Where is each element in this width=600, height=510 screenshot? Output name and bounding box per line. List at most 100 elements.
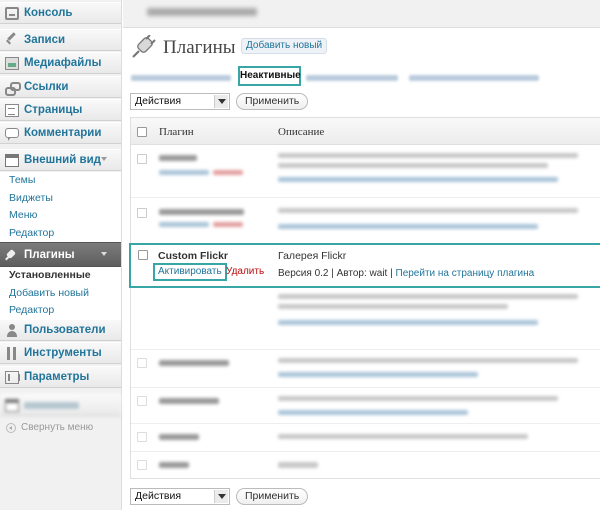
bulk-actions-select-bottom[interactable]: Действия	[130, 488, 230, 505]
menu-label: Инструменты	[24, 347, 102, 359]
links-icon	[5, 81, 21, 96]
menu-users[interactable]: Пользователи	[0, 319, 121, 341]
blurred-description	[278, 462, 318, 468]
row-checkbox[interactable]	[137, 154, 147, 164]
blurred-icon	[5, 398, 19, 412]
meta-separator: |	[387, 268, 396, 279]
menu-comments[interactable]: Комментарии	[0, 122, 121, 144]
blurred-filter[interactable]	[306, 75, 398, 81]
blurred-description	[278, 396, 558, 401]
filter-inactive[interactable]: Неактивные	[238, 66, 301, 86]
blurred-plugin-name	[159, 398, 219, 404]
blurred-plugin-name	[159, 434, 199, 440]
blurred-description	[278, 153, 578, 158]
bulk-actions-select[interactable]: Действия	[130, 93, 230, 110]
menu-label: Страницы	[24, 104, 83, 116]
row-checkbox[interactable]	[137, 208, 147, 218]
blurred-description	[278, 163, 548, 168]
plugin-meta: Версия 0.2 | Автор: wait | Перейти на ст…	[278, 268, 534, 279]
dropdown-arrow-icon	[214, 95, 228, 108]
submenu-item-themes[interactable]: Темы	[0, 172, 121, 190]
users-icon	[5, 323, 19, 337]
menu-label: Плагины	[24, 248, 75, 261]
blurred-description	[278, 358, 578, 363]
blurred-meta	[278, 410, 468, 415]
select-all-checkbox[interactable]	[137, 127, 147, 137]
top-header-bar	[123, 0, 600, 28]
row-checkbox[interactable]	[137, 358, 147, 368]
blurred-link	[159, 222, 209, 227]
menu-blurred-item	[0, 394, 121, 416]
plugin-description: Галерея Flickr	[278, 250, 347, 262]
blurred-plugin-name	[159, 209, 244, 215]
delete-link[interactable]: Удалить	[226, 266, 264, 277]
plugin-icon	[132, 35, 156, 58]
appearance-icon	[5, 153, 19, 167]
table-row	[131, 390, 600, 424]
column-header-description: Описание	[278, 126, 325, 138]
blurred-plugin-name	[159, 360, 229, 366]
blurred-description	[278, 434, 528, 439]
menu-tools[interactable]: Инструменты	[0, 342, 121, 364]
table-row	[131, 352, 600, 388]
bulk-actions-value: Действия	[135, 95, 182, 107]
submenu-item-editor[interactable]: Редактор	[0, 225, 121, 243]
plugins-table: Плагин Описание	[130, 117, 600, 479]
settings-icon	[5, 370, 20, 384]
submenu-item-menus[interactable]: Меню	[0, 207, 121, 225]
plugin-author: Автор: wait	[336, 268, 388, 279]
menu-label: Комментарии	[24, 127, 102, 139]
blurred-meta	[278, 224, 538, 229]
blurred-meta	[278, 372, 478, 377]
submenu-item-widgets[interactable]: Виджеты	[0, 190, 121, 208]
submenu-item-installed[interactable]: Установленные	[0, 267, 121, 285]
submenu-item-plugin-editor[interactable]: Редактор	[0, 302, 121, 320]
menu-posts[interactable]: Записи	[0, 29, 121, 51]
menu-label: Параметры	[24, 371, 90, 383]
blurred-plugin-name	[159, 155, 197, 161]
apply-button[interactable]: Применить	[236, 93, 309, 110]
dropdown-arrow-icon	[214, 490, 228, 503]
table-row	[131, 146, 600, 198]
blurred-meta	[278, 177, 558, 182]
bulk-actions-value: Действия	[135, 490, 182, 502]
blurred-filter-all[interactable]	[131, 75, 231, 81]
blurred-filter[interactable]	[409, 75, 539, 81]
comments-icon	[5, 128, 19, 141]
submenu-item-add-new[interactable]: Добавить новый	[0, 285, 121, 303]
blurred-label	[24, 401, 79, 409]
blurred-site-title	[147, 8, 257, 16]
table-header: Плагин Описание	[131, 118, 600, 145]
page-title: Плагины	[163, 37, 236, 58]
plugin-page-link[interactable]: Перейти на страницу плагина	[396, 268, 535, 279]
appearance-submenu: Темы Виджеты Меню Редактор	[0, 172, 121, 243]
add-new-button[interactable]: Добавить новый	[241, 38, 328, 54]
blurred-description	[278, 208, 578, 213]
blurred-link	[213, 222, 243, 227]
row-checkbox[interactable]	[137, 396, 147, 406]
row-checkbox[interactable]	[137, 432, 147, 442]
apply-button-bottom[interactable]: Применить	[236, 488, 309, 505]
menu-label: Записи	[24, 34, 66, 46]
menu-settings[interactable]: Параметры	[0, 366, 121, 388]
collapse-menu-label: Свернуть меню	[21, 422, 94, 433]
tools-icon	[5, 346, 19, 360]
menu-plugins[interactable]: Плагины	[0, 242, 121, 267]
menu-links[interactable]: Ссылки	[0, 76, 121, 98]
menu-pages[interactable]: Страницы	[0, 99, 121, 121]
menu-dashboard[interactable]: Консоль	[0, 2, 121, 24]
chevron-down-icon[interactable]	[101, 252, 107, 256]
chevron-down-icon[interactable]	[101, 157, 107, 161]
table-row	[131, 200, 600, 244]
plugin-status-filters	[131, 72, 600, 84]
dashboard-icon	[5, 6, 19, 20]
menu-label: Ссылки	[24, 81, 69, 93]
menu-appearance[interactable]: Внешний вид	[0, 149, 121, 171]
collapse-menu-button[interactable]: Свернуть меню	[6, 422, 93, 433]
admin-sidebar: Консоль Записи Медиафайлы Ссылки Страниц…	[0, 0, 122, 510]
row-checkbox[interactable]	[138, 250, 148, 260]
activate-link[interactable]: Активировать	[153, 263, 227, 281]
menu-media[interactable]: Медиафайлы	[0, 52, 121, 74]
row-checkbox[interactable]	[137, 460, 147, 470]
blurred-link	[213, 170, 243, 175]
